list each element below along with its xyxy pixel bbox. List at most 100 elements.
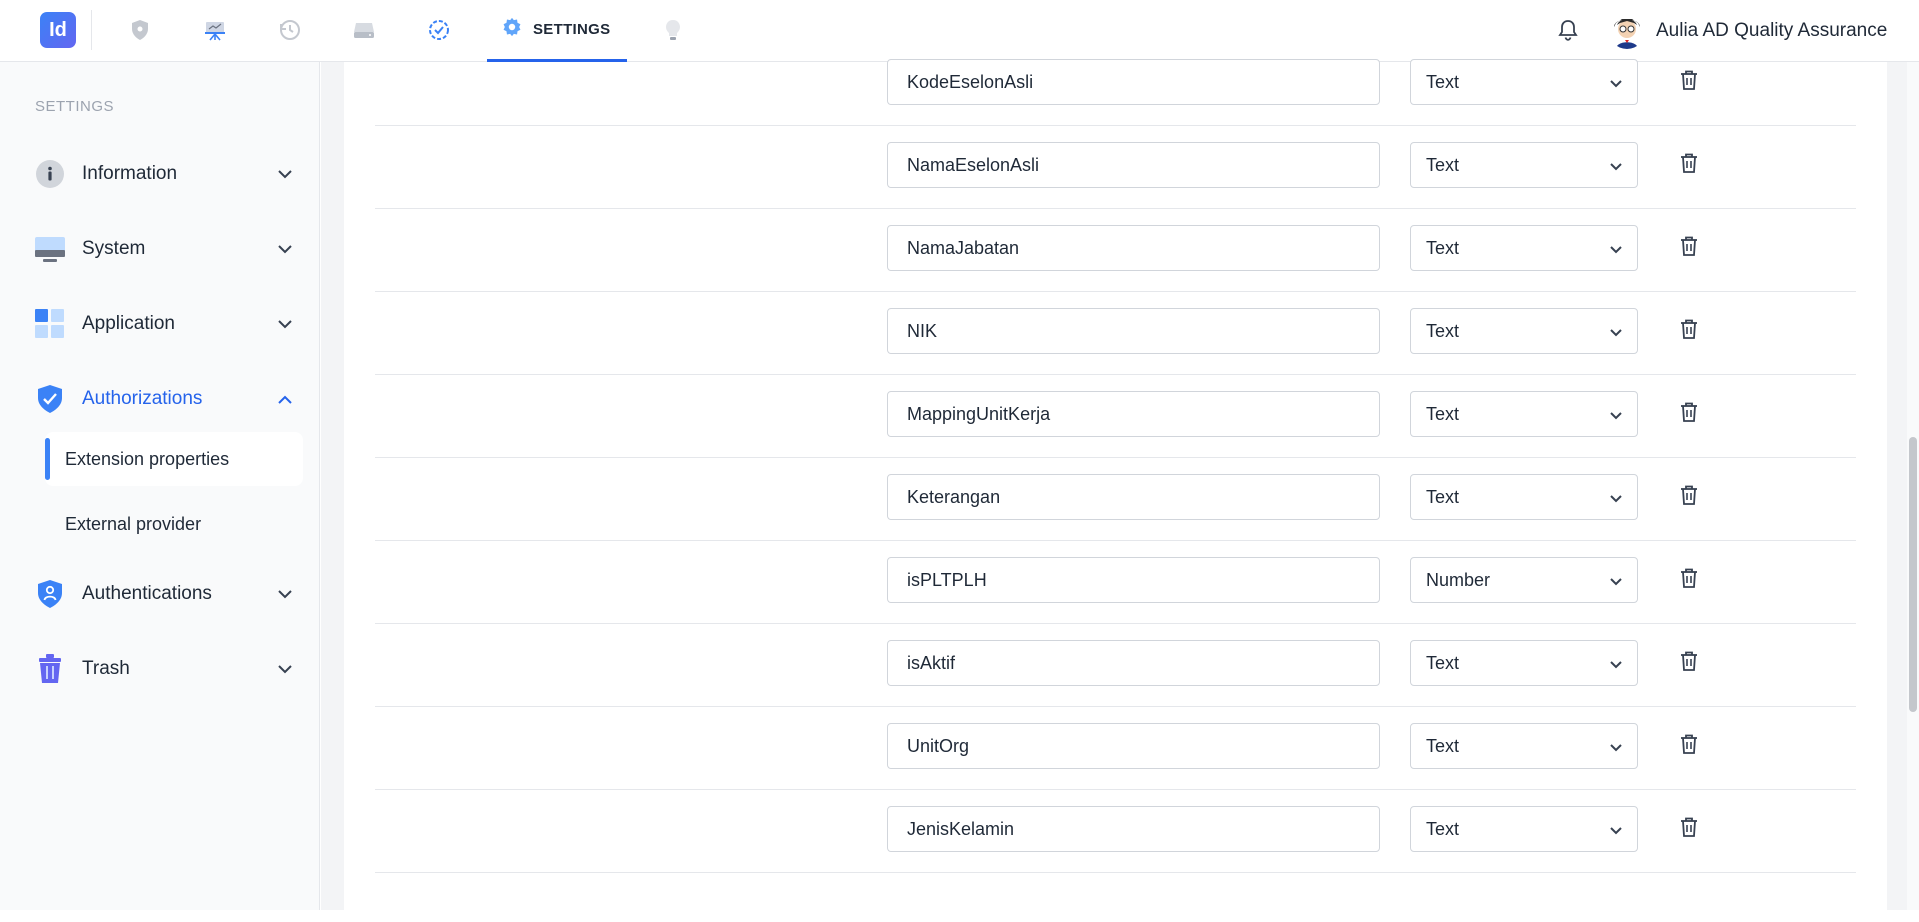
property-type-value: Text bbox=[1426, 320, 1460, 341]
property-type-value: Text bbox=[1426, 818, 1460, 839]
user-name[interactable]: Aulia AD Quality Assurance bbox=[1656, 20, 1887, 42]
sidebar-item-label: System bbox=[82, 238, 146, 259]
property-name-input[interactable] bbox=[887, 640, 1380, 686]
chevron-down-icon bbox=[1607, 406, 1625, 424]
chevron-down-icon bbox=[1607, 738, 1625, 756]
presentation-icon[interactable] bbox=[199, 14, 231, 46]
tab-settings-label: SETTINGS bbox=[533, 21, 611, 38]
trash-icon bbox=[1679, 69, 1699, 96]
sidebar-item-label: Authentications bbox=[82, 583, 212, 604]
sidebar-item-label: Information bbox=[82, 163, 178, 184]
delete-property-button[interactable] bbox=[1677, 153, 1701, 177]
property-type-select[interactable]: Text bbox=[1410, 723, 1638, 769]
trash-icon bbox=[1679, 401, 1699, 428]
sidebar-item-authentications[interactable]: Authentications bbox=[35, 574, 295, 614]
shield-icon[interactable] bbox=[124, 14, 156, 46]
delete-property-button[interactable] bbox=[1677, 236, 1701, 260]
gear-icon bbox=[501, 16, 523, 43]
property-row: Text bbox=[375, 126, 1856, 209]
app-logo[interactable]: Id bbox=[40, 12, 76, 48]
chevron-down-icon bbox=[1607, 655, 1625, 673]
property-type-select[interactable]: Text bbox=[1410, 308, 1638, 354]
property-type-select[interactable]: Text bbox=[1410, 142, 1638, 188]
trash-icon bbox=[1679, 152, 1699, 179]
property-name-input[interactable] bbox=[887, 142, 1380, 188]
sidebar: SETTINGS Information System Application bbox=[0, 62, 320, 910]
main-content: Text Text Text bbox=[321, 59, 1919, 922]
property-type-value: Text bbox=[1426, 652, 1460, 673]
property-row: Text bbox=[375, 790, 1856, 873]
trash-icon bbox=[1679, 650, 1699, 677]
property-name-input[interactable] bbox=[887, 474, 1380, 520]
property-row: Text bbox=[375, 624, 1856, 707]
property-name-input[interactable] bbox=[887, 225, 1380, 271]
chevron-down-icon bbox=[1607, 74, 1625, 92]
delete-property-button[interactable] bbox=[1677, 402, 1701, 426]
property-row: Text bbox=[375, 458, 1856, 541]
property-name-input[interactable] bbox=[887, 308, 1380, 354]
sidebar-item-information[interactable]: Information bbox=[35, 154, 295, 194]
property-type-value: Text bbox=[1426, 71, 1460, 92]
chevron-down-icon bbox=[1607, 240, 1625, 258]
info-icon bbox=[35, 159, 65, 189]
property-type-select[interactable]: Text bbox=[1410, 225, 1638, 271]
property-row: Text bbox=[375, 209, 1856, 292]
lightbulb-icon[interactable] bbox=[657, 14, 689, 46]
property-type-select[interactable]: Text bbox=[1410, 59, 1638, 105]
property-row: Text bbox=[375, 292, 1856, 375]
property-name-input[interactable] bbox=[887, 557, 1380, 603]
shield-check-icon bbox=[35, 384, 65, 414]
property-name-input[interactable] bbox=[887, 723, 1380, 769]
chevron-down-icon bbox=[1607, 323, 1625, 341]
sidebar-item-application[interactable]: Application bbox=[35, 304, 295, 344]
check-circle-icon[interactable] bbox=[423, 14, 455, 46]
grid-icon bbox=[35, 309, 65, 339]
sidebar-subitem-extension-properties[interactable]: Extension properties bbox=[45, 432, 303, 486]
scrollbar-thumb[interactable] bbox=[1909, 437, 1917, 712]
delete-property-button[interactable] bbox=[1677, 70, 1701, 94]
trash-icon bbox=[1679, 484, 1699, 511]
chevron-down-icon bbox=[1607, 821, 1625, 839]
property-type-select[interactable]: Text bbox=[1410, 640, 1638, 686]
property-row: Number bbox=[375, 541, 1856, 624]
chevron-down-icon bbox=[275, 314, 295, 334]
bell-icon[interactable] bbox=[1554, 16, 1582, 44]
sidebar-item-label: Application bbox=[82, 313, 175, 334]
property-name-input[interactable] bbox=[887, 806, 1380, 852]
sidebar-item-trash[interactable]: Trash bbox=[35, 649, 295, 689]
chevron-down-icon bbox=[1607, 572, 1625, 590]
trash-icon bbox=[1679, 816, 1699, 843]
delete-property-button[interactable] bbox=[1677, 319, 1701, 343]
extension-properties-card: Text Text Text bbox=[344, 59, 1887, 922]
property-type-select[interactable]: Number bbox=[1410, 557, 1638, 603]
trash-icon bbox=[1679, 567, 1699, 594]
delete-property-button[interactable] bbox=[1677, 734, 1701, 758]
property-type-select[interactable]: Text bbox=[1410, 391, 1638, 437]
delete-property-button[interactable] bbox=[1677, 485, 1701, 509]
sidebar-item-authorizations[interactable]: Authorizations bbox=[35, 379, 295, 419]
property-row: Text bbox=[375, 375, 1856, 458]
chevron-down-icon bbox=[275, 584, 295, 604]
property-row: Text bbox=[375, 43, 1856, 126]
property-type-value: Text bbox=[1426, 403, 1460, 424]
trash-icon bbox=[35, 654, 65, 684]
sidebar-item-system[interactable]: System bbox=[35, 229, 295, 269]
history-icon[interactable] bbox=[274, 14, 306, 46]
property-type-select[interactable]: Text bbox=[1410, 806, 1638, 852]
shield-user-icon bbox=[35, 579, 65, 609]
property-name-input[interactable] bbox=[887, 391, 1380, 437]
property-type-select[interactable]: Text bbox=[1410, 474, 1638, 520]
scrollbar[interactable] bbox=[1907, 62, 1919, 910]
trash-icon bbox=[1679, 318, 1699, 345]
chevron-down-icon bbox=[275, 239, 295, 259]
delete-property-button[interactable] bbox=[1677, 651, 1701, 675]
divider bbox=[91, 10, 92, 50]
drive-icon[interactable] bbox=[348, 14, 380, 46]
delete-property-button[interactable] bbox=[1677, 568, 1701, 592]
chevron-down-icon bbox=[1607, 157, 1625, 175]
delete-property-button[interactable] bbox=[1677, 817, 1701, 841]
sidebar-subitem-external-provider[interactable]: External provider bbox=[45, 497, 303, 551]
chevron-up-icon bbox=[275, 389, 295, 409]
property-type-value: Text bbox=[1426, 154, 1460, 175]
property-name-input[interactable] bbox=[887, 59, 1380, 105]
